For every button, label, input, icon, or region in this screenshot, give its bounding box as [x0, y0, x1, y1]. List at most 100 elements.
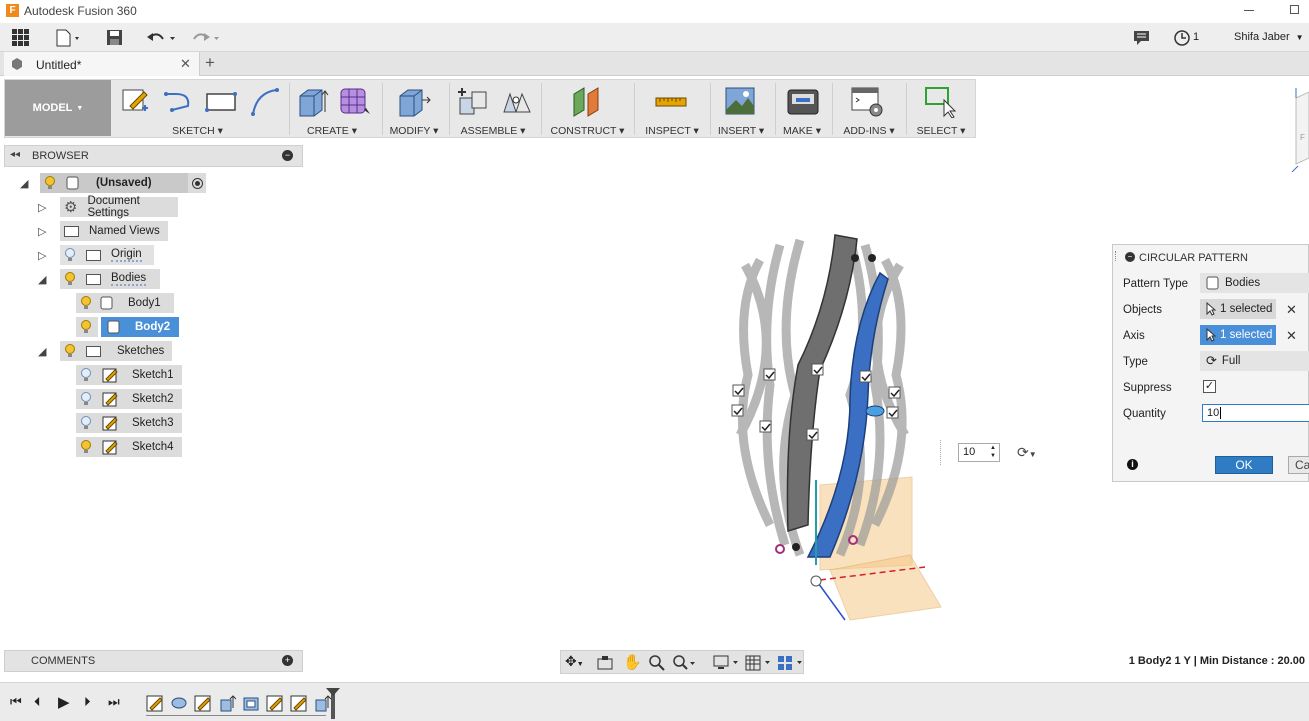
assemble-menu[interactable]: ASSEMBLE ▾ — [458, 125, 528, 137]
display-settings-icon[interactable] — [713, 655, 741, 671]
add-ins-menu[interactable]: ADD-INS ▾ — [840, 125, 898, 137]
browser-item-bodies[interactable]: ◢ Bodies — [38, 269, 160, 289]
zoom-window-icon[interactable] — [673, 655, 697, 671]
browser-item-document-settings[interactable]: ▷ ⚙ Document Settings — [38, 195, 178, 219]
data-panel-grid-icon[interactable] — [12, 29, 29, 46]
play-icon[interactable]: ▶ — [58, 693, 70, 711]
timeline-marker-handle[interactable] — [326, 688, 340, 696]
timeline-sketch-icon[interactable] — [194, 694, 212, 712]
go-to-start-icon[interactable]: ⏮ — [10, 694, 22, 710]
new-component-icon[interactable] — [456, 86, 490, 118]
close-tab-icon[interactable]: ✕ — [180, 56, 191, 72]
timeline-sketch-icon[interactable] — [146, 694, 164, 712]
quantity-input[interactable]: 10 — [1202, 404, 1309, 422]
browser-panel-header[interactable]: ◂◂ BROWSER − — [4, 145, 303, 167]
browser-root-row[interactable]: ◢ (Unsaved) — [20, 173, 206, 193]
make-menu[interactable]: MAKE ▾ — [780, 125, 824, 137]
visibility-lightbulb-icon[interactable] — [64, 344, 76, 358]
rotation-direction-icon[interactable]: ⟳▼ — [1017, 444, 1037, 461]
go-to-end-icon[interactable]: ⏭ — [108, 694, 120, 710]
measure-icon[interactable] — [654, 92, 688, 112]
expanded-triangle-icon[interactable]: ◢ — [38, 345, 60, 358]
modify-menu[interactable]: MODIFY ▾ — [388, 125, 440, 137]
form-icon[interactable] — [338, 86, 372, 118]
user-menu[interactable]: Shifa Jaber ▼ — [1234, 31, 1304, 43]
job-status-clock-icon[interactable] — [1173, 29, 1191, 47]
viewports-icon[interactable] — [777, 655, 805, 671]
collapsed-triangle-icon[interactable]: ▷ — [38, 249, 60, 262]
visibility-lightbulb-icon[interactable] — [64, 272, 76, 286]
select-icon[interactable] — [922, 86, 958, 118]
comment-icon[interactable] — [1133, 30, 1151, 46]
timeline-sketch-icon[interactable] — [266, 694, 284, 712]
quantity-spinner-input[interactable]: 10 ▲ ▼ — [958, 443, 1000, 462]
axis-selection-button[interactable]: 1 selected — [1200, 325, 1276, 345]
ok-button[interactable]: OK — [1215, 456, 1273, 474]
visibility-lightbulb-off-icon[interactable] — [80, 392, 92, 406]
visibility-lightbulb-icon[interactable] — [44, 176, 56, 190]
collapsed-triangle-icon[interactable]: ▷ — [38, 201, 60, 214]
add-comment-icon[interactable]: + — [282, 655, 293, 666]
file-menu-icon[interactable] — [55, 29, 83, 47]
browser-item-sketch1[interactable]: Sketch1 — [76, 365, 182, 385]
minimize-icon[interactable] — [1244, 10, 1254, 11]
zoom-icon[interactable] — [649, 655, 665, 671]
dialog-collapse-icon[interactable]: − — [1125, 252, 1135, 262]
suppress-checkbox[interactable]: ✓ — [1203, 380, 1216, 393]
joint-icon[interactable] — [500, 86, 534, 118]
visibility-lightbulb-icon[interactable] — [80, 440, 92, 454]
insert-image-icon[interactable] — [724, 86, 758, 118]
browser-item-sketch4[interactable]: Sketch4 — [76, 437, 182, 457]
info-icon[interactable]: i — [1127, 459, 1138, 470]
collapse-panel-icon[interactable]: ◂◂ — [10, 149, 20, 160]
timeline-extrude-icon[interactable] — [313, 694, 331, 712]
new-tab-icon[interactable]: + — [205, 53, 215, 73]
expanded-triangle-icon[interactable]: ◢ — [20, 177, 40, 190]
extrude-icon[interactable] — [296, 86, 330, 118]
grid-settings-icon[interactable] — [745, 655, 773, 671]
viewcube[interactable]: F — [1282, 88, 1309, 172]
scripts-addins-icon[interactable] — [850, 86, 886, 118]
collapsed-triangle-icon[interactable]: ▷ — [38, 225, 60, 238]
type-select[interactable]: ⟳ Full — [1200, 351, 1309, 371]
cancel-button[interactable]: Ca — [1288, 456, 1309, 474]
visibility-lightbulb-icon[interactable] — [80, 320, 92, 334]
step-forward-icon[interactable]: ⏵ — [84, 694, 91, 710]
construct-menu[interactable]: CONSTRUCT ▾ — [550, 125, 625, 137]
activate-radio-icon[interactable] — [188, 173, 206, 193]
browser-item-body1[interactable]: Body1 — [76, 293, 174, 313]
browser-item-sketches[interactable]: ◢ Sketches — [38, 341, 172, 361]
redo-icon[interactable] — [190, 29, 222, 47]
timeline-revolve-icon[interactable] — [170, 694, 188, 712]
undo-icon[interactable] — [146, 29, 178, 47]
browser-item-origin[interactable]: ▷ Origin — [38, 245, 154, 265]
offset-plane-icon[interactable] — [570, 86, 606, 118]
save-icon[interactable] — [106, 29, 124, 47]
inspect-menu[interactable]: INSPECT ▾ — [644, 125, 700, 137]
clear-objects-icon[interactable]: ✕ — [1286, 302, 1297, 318]
browser-item-named-views[interactable]: ▷ Named Views — [38, 221, 168, 241]
workspace-switcher[interactable]: MODEL ▼ — [5, 80, 111, 136]
line-icon[interactable] — [162, 88, 194, 116]
document-tab[interactable]: Untitled* ✕ — [4, 52, 200, 76]
pattern-type-select[interactable]: Bodies — [1200, 273, 1309, 293]
viewport-model[interactable] — [700, 225, 960, 625]
browser-item-body2[interactable]: Body2 — [76, 317, 179, 337]
comments-panel-header[interactable]: COMMENTS + — [4, 650, 303, 672]
browser-item-sketch2[interactable]: Sketch2 — [76, 389, 182, 409]
sketch-menu[interactable]: SKETCH ▾ — [160, 125, 235, 137]
orbit-icon[interactable]: ✥▼ — [565, 653, 584, 670]
timeline-sketch-icon[interactable] — [290, 694, 308, 712]
pan-icon[interactable]: ✋ — [623, 653, 642, 671]
select-menu[interactable]: SELECT ▾ — [914, 125, 968, 137]
3d-print-icon[interactable] — [786, 86, 820, 118]
create-menu[interactable]: CREATE ▾ — [300, 125, 364, 137]
browser-item-sketch3[interactable]: Sketch3 — [76, 413, 182, 433]
visibility-lightbulb-off-icon[interactable] — [64, 248, 76, 262]
visibility-lightbulb-off-icon[interactable] — [80, 368, 92, 382]
clear-axis-icon[interactable]: ✕ — [1286, 328, 1297, 344]
timeline-shell-icon[interactable] — [242, 694, 260, 712]
create-sketch-icon[interactable] — [120, 86, 150, 116]
dialog-grip[interactable] — [1115, 251, 1117, 261]
look-at-icon[interactable] — [597, 655, 613, 671]
